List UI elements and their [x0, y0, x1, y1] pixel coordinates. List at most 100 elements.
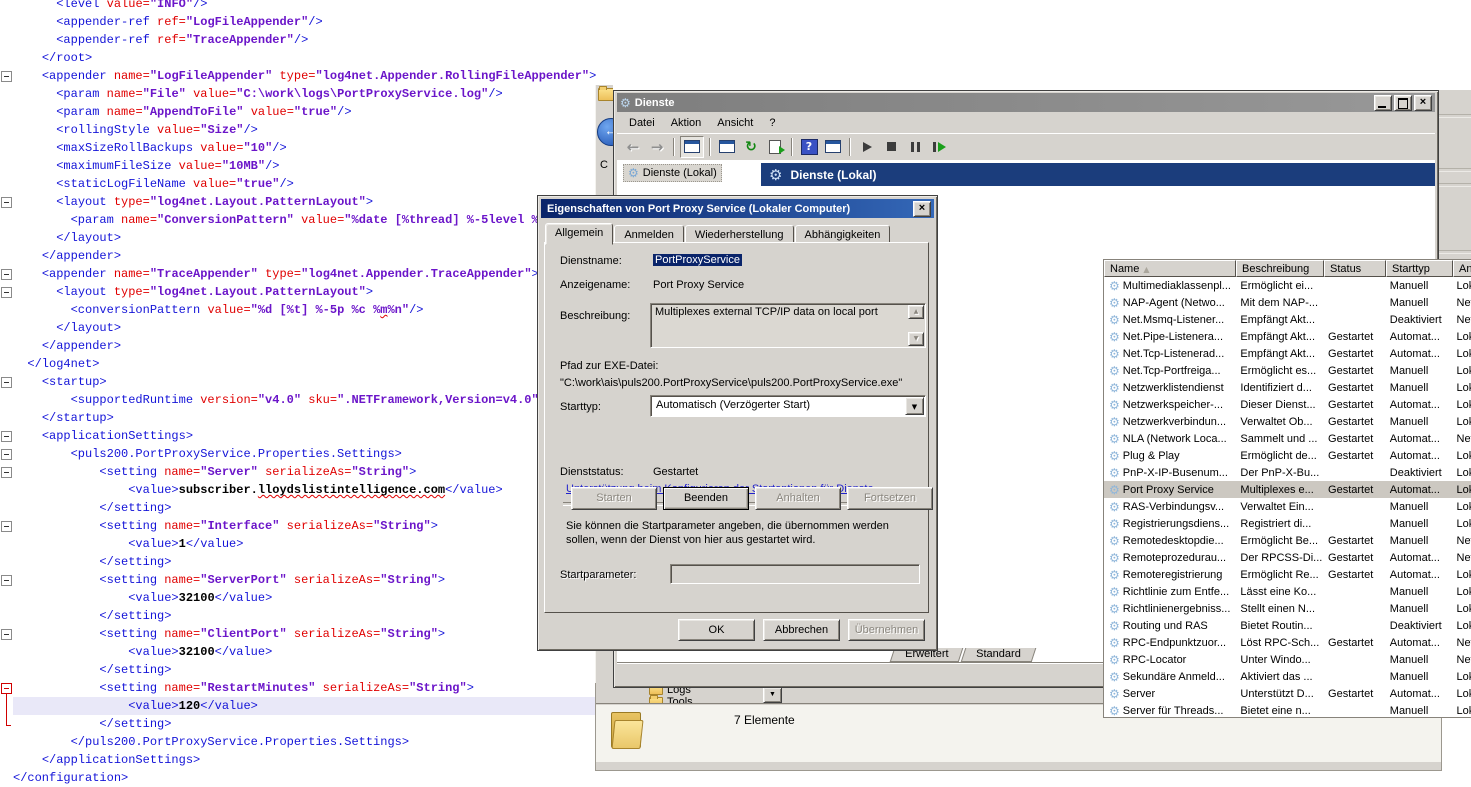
close-icon: ×: [1420, 96, 1426, 108]
refresh-icon[interactable]: [740, 137, 762, 157]
fold-toggle-icon[interactable]: [1, 521, 12, 532]
fold-toggle-icon[interactable]: [1, 287, 12, 298]
service-row[interactable]: ⚙RAS-Verbindungsv...Verwaltet Ein...Manu…: [1104, 498, 1471, 515]
maximize-icon: [1398, 98, 1408, 109]
service-row[interactable]: ⚙Server für Threads...Bietet eine n...Ma…: [1104, 702, 1471, 717]
stop-service-icon[interactable]: [880, 137, 902, 157]
desc-scroll-down[interactable]: ▼: [908, 332, 924, 346]
maximize-button[interactable]: [1394, 95, 1412, 111]
export-icon[interactable]: [764, 137, 786, 157]
service-row[interactable]: ⚙RPC-LocatorUnter Windo...ManuellNetzwer…: [1104, 651, 1471, 668]
restart-service-icon[interactable]: [928, 137, 950, 157]
service-row[interactable]: ⚙Plug & PlayErmöglicht de...GestartetAut…: [1104, 447, 1471, 464]
service-row[interactable]: ⚙Net.Pipe-Listenera...Empfängt Akt...Ges…: [1104, 328, 1471, 345]
service-cell: Identifiziert d...: [1235, 382, 1323, 394]
column-header-beschreibung[interactable]: Beschreibung: [1236, 260, 1324, 277]
service-row[interactable]: ⚙Netzwerkspeicher-...Dieser Dienst...Ges…: [1104, 396, 1471, 413]
start-service-icon[interactable]: [856, 137, 878, 157]
startup-type-combobox[interactable]: Automatisch (Verzögerter Start) ▼: [650, 395, 926, 417]
service-row[interactable]: ⚙NLA (Network Loca...Sammelt und ...Gest…: [1104, 430, 1471, 447]
service-cell: Automat...: [1385, 331, 1452, 343]
code-line[interactable]: </configuration>: [13, 769, 1471, 787]
services-titlebar[interactable]: ⚙ Dienste ×: [617, 93, 1435, 112]
fold-toggle-icon[interactable]: [1, 575, 12, 586]
view-tab-standard[interactable]: Standard: [961, 648, 1036, 662]
fold-toggle-icon[interactable]: [1, 269, 12, 280]
service-row[interactable]: ⚙Netzwerkverbindun...Verwaltet Ob...Gest…: [1104, 413, 1471, 430]
service-row[interactable]: ⚙NAP-Agent (Netwo...Mit dem NAP-...Manue…: [1104, 294, 1471, 311]
service-row[interactable]: ⚙Richtlinienergebniss...Stellt einen N..…: [1104, 600, 1471, 617]
fold-toggle-icon[interactable]: [1, 71, 12, 82]
service-cell: Lokales System: [1452, 450, 1471, 462]
menu-ansicht[interactable]: Ansicht: [710, 115, 760, 131]
fold-toggle-icon[interactable]: [1, 431, 12, 442]
ok-button[interactable]: OK: [678, 619, 755, 641]
service-cell: Lokaler Dienst: [1452, 399, 1471, 411]
service-cell: Manuell: [1385, 705, 1452, 717]
service-row[interactable]: ⚙RPC-Endpunktzuor...Löst RPC-Sch...Gesta…: [1104, 634, 1471, 651]
dialog-close-button[interactable]: ×: [913, 201, 931, 217]
tree-toggle-icon[interactable]: [680, 136, 704, 158]
service-row[interactable]: ⚙Sekundäre Anmeld...Aktiviert das ...Man…: [1104, 668, 1471, 685]
fold-toggle-icon[interactable]: [1, 467, 12, 478]
services-list: Name▲BeschreibungStatusStarttypAnmelden …: [1103, 259, 1471, 718]
code-line[interactable]: <level value="INFO"/>: [13, 0, 1471, 13]
folder-tree-item[interactable]: Tools: [649, 696, 769, 703]
service-cell: Lokales System: [1452, 416, 1471, 428]
service-row[interactable]: ⚙Remoteprozedurau...Der RPCSS-Di...Gesta…: [1104, 549, 1471, 566]
service-row[interactable]: ⚙ServerUnterstützt D...GestartetAutomat.…: [1104, 685, 1471, 702]
back-icon[interactable]: [622, 137, 644, 157]
arrow-up-icon: ▲: [914, 308, 919, 315]
dropdown-button[interactable]: ▼: [763, 687, 782, 703]
service-row[interactable]: ⚙PnP-X-IP-Busenum...Der PnP-X-Bu...Deakt…: [1104, 464, 1471, 481]
service-row[interactable]: ⚙Port Proxy ServiceMultiplexes e...Gesta…: [1104, 481, 1471, 498]
start-params-input[interactable]: [670, 564, 920, 584]
code-line[interactable]: <appender name="LogFileAppender" type="l…: [13, 67, 1471, 85]
tree-item-dienste-lokal[interactable]: ⚙ Dienste (Lokal): [623, 164, 722, 182]
fold-toggle-icon[interactable]: [1, 629, 12, 640]
service-name-cell: ⚙PnP-X-IP-Busenum...: [1104, 466, 1235, 480]
service-row[interactable]: ⚙NetzwerklistendienstIdentifiziert d...G…: [1104, 379, 1471, 396]
forward-icon[interactable]: [646, 137, 668, 157]
menu-?[interactable]: ?: [762, 115, 782, 131]
dialog-titlebar[interactable]: Eigenschaften von Port Proxy Service (Lo…: [541, 199, 934, 218]
menu-datei[interactable]: Datei: [622, 115, 662, 131]
display-name-label: Anzeigename:: [560, 279, 630, 291]
code-line[interactable]: <appender-ref ref="LogFileAppender"/>: [13, 13, 1471, 31]
service-row[interactable]: ⚙Net.Msmq-Listener...Empfängt Akt...Deak…: [1104, 311, 1471, 328]
service-row[interactable]: ⚙RemoteregistrierungErmöglicht Re...Gest…: [1104, 566, 1471, 583]
fold-toggle-icon[interactable]: [1, 197, 12, 208]
back-button[interactable]: ←: [597, 118, 613, 146]
help-icon[interactable]: ?: [798, 137, 820, 157]
fold-toggle-icon[interactable]: [1, 377, 12, 388]
service-name-value[interactable]: PortProxyService: [653, 254, 742, 266]
extended-view-icon[interactable]: [822, 137, 844, 157]
service-row[interactable]: ⚙Routing und RASBietet Routin...Deaktivi…: [1104, 617, 1471, 634]
column-header-name[interactable]: Name▲: [1104, 260, 1236, 277]
fold-toggle-icon[interactable]: [1, 449, 12, 460]
combo-dropdown-button[interactable]: ▼: [905, 397, 924, 415]
service-row[interactable]: ⚙Net.Tcp-Portfreiga...Ermöglicht es...Ge…: [1104, 362, 1471, 379]
service-row[interactable]: ⚙Registrierungsdiens...Registriert di...…: [1104, 515, 1471, 532]
tab-allgemein[interactable]: Allgemein: [545, 223, 613, 245]
abbrechen-button[interactable]: Abbrechen: [763, 619, 840, 641]
minimize-button[interactable]: [1374, 95, 1392, 111]
menu-aktion[interactable]: Aktion: [664, 115, 709, 131]
close-button[interactable]: ×: [1414, 95, 1432, 111]
column-header-starttyp[interactable]: Starttyp: [1386, 260, 1453, 277]
column-header-status[interactable]: Status: [1324, 260, 1386, 277]
description-box[interactable]: Multiplexes external TCP/IP data on loca…: [650, 303, 926, 348]
service-row[interactable]: ⚙Richtlinie zum Entfe...Lässt eine Ko...…: [1104, 583, 1471, 600]
service-name-cell: ⚙Registrierungsdiens...: [1104, 517, 1235, 531]
service-row[interactable]: ⚙Multimediaklassenpl...Ermöglicht ei...M…: [1104, 277, 1471, 294]
code-line[interactable]: </root>: [13, 49, 1471, 67]
code-line[interactable]: <appender-ref ref="TraceAppender"/>: [13, 31, 1471, 49]
properties-icon[interactable]: [716, 137, 738, 157]
service-row[interactable]: ⚙Remotedesktopdie...Ermöglicht Be...Gest…: [1104, 532, 1471, 549]
pause-service-icon[interactable]: [904, 137, 926, 157]
desc-scroll-up[interactable]: ▲: [908, 305, 924, 319]
beenden-button[interactable]: Beenden: [663, 487, 749, 510]
service-cell: Automat...: [1385, 399, 1452, 411]
column-header-anmeldenals[interactable]: Anmelden als: [1453, 260, 1471, 277]
service-row[interactable]: ⚙Net.Tcp-Listenerad...Empfängt Akt...Ges…: [1104, 345, 1471, 362]
